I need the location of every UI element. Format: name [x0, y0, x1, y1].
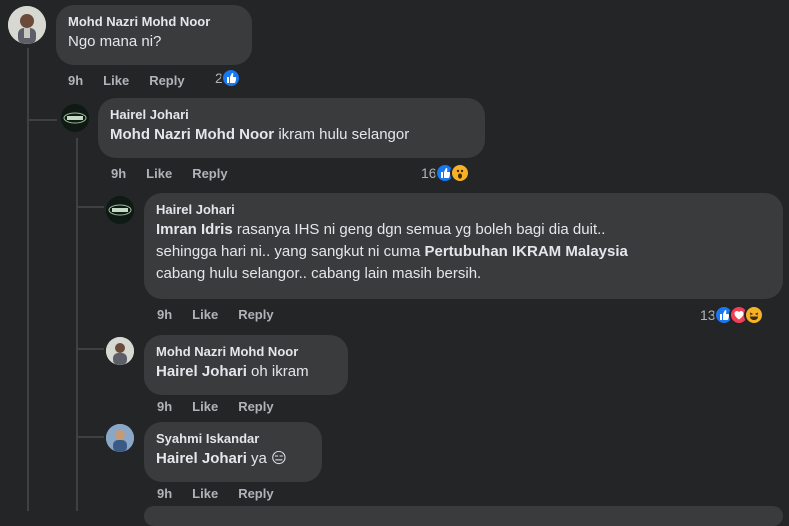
comment-time[interactable]: 9h	[157, 307, 172, 322]
comment-text: Imran Idris rasanya IHS ni geng dgn semu…	[156, 219, 771, 285]
like-button[interactable]: Like	[192, 486, 218, 501]
haha-reaction-icon	[743, 305, 764, 325]
reply-button[interactable]: Reply	[238, 399, 273, 414]
comment-time[interactable]: 9h	[68, 73, 83, 88]
comment-body: ya	[246, 450, 267, 467]
comment-body-line: rasanya IHS ni geng dgn semua yg boleh b…	[232, 221, 606, 238]
like-button[interactable]: Like	[192, 307, 218, 322]
comment-text: Hairel Johari ya 😑	[156, 448, 310, 470]
reply-button[interactable]: Reply	[149, 73, 184, 88]
comment-actions: 9h Like Reply	[157, 486, 294, 501]
organization-name: Pertubuhan IKRAM Malaysia	[424, 243, 628, 260]
avatar[interactable]	[8, 6, 46, 44]
thread-connector	[27, 119, 57, 121]
comment-bubble: Hairel Johari Mohd Nazri Mohd Noor ikram…	[98, 98, 485, 158]
comment-actions: 9h Like Reply	[157, 307, 294, 322]
like-reaction-icon	[220, 68, 241, 88]
reply-button[interactable]: Reply	[192, 166, 227, 181]
mention-link[interactable]: Hairel Johari	[156, 450, 247, 467]
avatar[interactable]	[61, 104, 89, 132]
reaction-summary[interactable]: 13	[700, 305, 764, 325]
comment-body: ikram hulu selangor	[274, 126, 410, 143]
reply-button[interactable]: Reply	[238, 307, 273, 322]
thread-line	[76, 138, 78, 511]
comment-time[interactable]: 9h	[157, 399, 172, 414]
like-button[interactable]: Like	[146, 166, 172, 181]
comment-bubble: Mohd Nazri Mohd Noor Ngo mana ni?	[56, 5, 252, 65]
logo-avatar-icon	[106, 196, 134, 224]
mention-link[interactable]: Imran Idris	[156, 221, 233, 238]
comment-body-line: cabang hulu selangor.. cabang lain masih…	[156, 265, 482, 282]
reaction-summary[interactable]: 16	[421, 163, 470, 183]
comment-text: Hairel Johari oh ikram	[156, 361, 336, 383]
thread-connector	[76, 206, 104, 208]
comment-actions: 9h Like Reply	[111, 166, 248, 181]
comment-author[interactable]: Syahmi Iskandar	[156, 430, 310, 448]
avatar[interactable]	[106, 424, 134, 452]
comment-time[interactable]: 9h	[157, 486, 172, 501]
reply-button[interactable]: Reply	[238, 486, 273, 501]
comment-text: Ngo mana ni?	[68, 33, 162, 50]
person-avatar-icon	[8, 6, 46, 44]
reaction-summary[interactable]: 2	[215, 68, 241, 88]
expressionless-emoji-icon: 😑	[271, 450, 287, 467]
mention-link[interactable]: Hairel Johari	[156, 363, 247, 380]
person-avatar-icon	[106, 424, 134, 452]
avatar[interactable]	[106, 196, 134, 224]
comment-bubble: Hairel Johari Imran Idris rasanya IHS ni…	[144, 193, 783, 299]
mention-link[interactable]: Mohd Nazri Mohd Noor	[110, 126, 274, 143]
comment-actions: 9h Like Reply	[157, 399, 294, 414]
comment-body-line: sehingga hari ni.. yang sangkut ni cuma	[156, 243, 425, 260]
thread-line	[27, 48, 29, 511]
comment-time[interactable]: 9h	[111, 166, 126, 181]
avatar[interactable]	[106, 337, 134, 365]
thread-connector	[76, 436, 104, 438]
comment-author[interactable]: Mohd Nazri Mohd Noor	[68, 13, 240, 31]
comment-author[interactable]: Hairel Johari	[110, 106, 473, 124]
comment-body: oh ikram	[246, 363, 309, 380]
comment-text: Mohd Nazri Mohd Noor ikram hulu selangor	[110, 124, 473, 146]
thread-connector	[76, 348, 104, 350]
comment-bubble	[144, 506, 783, 526]
like-button[interactable]: Like	[103, 73, 129, 88]
person-avatar-icon	[106, 337, 134, 365]
logo-avatar-icon	[61, 104, 89, 132]
comment-author[interactable]: Hairel Johari	[156, 201, 771, 219]
comment-bubble: Mohd Nazri Mohd Noor Hairel Johari oh ik…	[144, 335, 348, 395]
comment-bubble: Syahmi Iskandar Hairel Johari ya 😑	[144, 422, 322, 482]
like-button[interactable]: Like	[192, 399, 218, 414]
comment-actions: 9h Like Reply	[68, 73, 205, 88]
comment-author[interactable]: Mohd Nazri Mohd Noor	[156, 343, 336, 361]
wow-reaction-icon	[449, 163, 470, 183]
